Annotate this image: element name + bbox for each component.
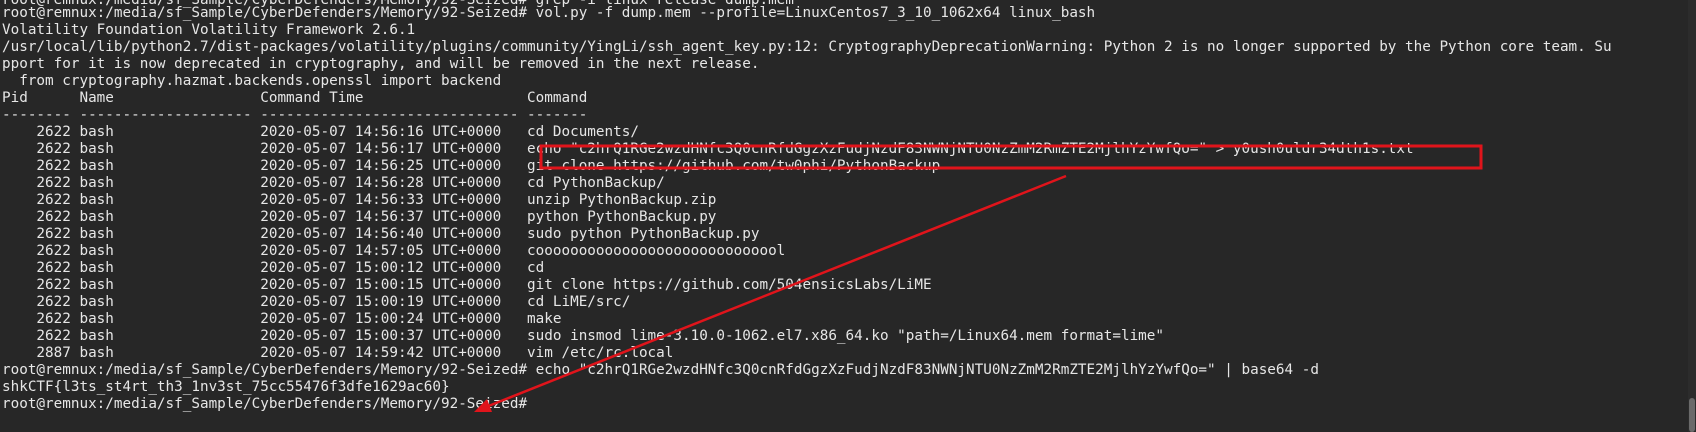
terminal-line: root@remnux:/media/sf_Sample/CyberDefend… bbox=[2, 5, 1096, 21]
table-row: 2622 bash 2020-05-07 15:00:15 UTC+0000 g… bbox=[2, 277, 932, 293]
decoded-flag: shkCTF{l3ts_st4rt_th3_1nv3st_75cc55476f3… bbox=[2, 379, 450, 395]
terminal-line: /usr/local/lib/python2.7/dist-packages/v… bbox=[2, 39, 1612, 55]
terminal-window[interactable]: root@remnux:/media/sf_Sample/CyberDefend… bbox=[0, 0, 1696, 432]
table-row: 2622 bash 2020-05-07 14:56:37 UTC+0000 p… bbox=[2, 209, 717, 225]
table-row: 2622 bash 2020-05-07 14:56:16 UTC+0000 c… bbox=[2, 124, 639, 140]
table-row: 2622 bash 2020-05-07 14:56:33 UTC+0000 u… bbox=[2, 192, 717, 208]
table-separator: -------- -------------------- ----------… bbox=[2, 107, 588, 123]
terminal-line: Volatility Foundation Volatility Framewo… bbox=[2, 22, 416, 38]
table-row: 2622 bash 2020-05-07 15:00:12 UTC+0000 c… bbox=[2, 260, 545, 276]
table-row: 2622 bash 2020-05-07 14:56:17 UTC+0000 e… bbox=[2, 141, 1414, 157]
table-row: 2887 bash 2020-05-07 14:59:42 UTC+0000 v… bbox=[2, 345, 674, 361]
table-row: 2622 bash 2020-05-07 14:57:05 UTC+0000 c… bbox=[2, 243, 786, 259]
terminal-line: from cryptography.hazmat.backends.openss… bbox=[2, 73, 502, 89]
table-row: 2622 bash 2020-05-07 15:00:19 UTC+0000 c… bbox=[2, 294, 631, 310]
table-row: 2622 bash 2020-05-07 14:56:40 UTC+0000 s… bbox=[2, 226, 760, 242]
table-row: 2622 bash 2020-05-07 14:56:28 UTC+0000 c… bbox=[2, 175, 665, 191]
terminal-prompt: root@remnux:/media/sf_Sample/CyberDefend… bbox=[2, 396, 536, 412]
table-header: Pid Name Command Time Command bbox=[2, 90, 588, 106]
terminal-line: root@remnux:/media/sf_Sample/CyberDefend… bbox=[2, 362, 1319, 378]
terminal-line: pport for it is now deprecated in crypto… bbox=[2, 56, 760, 72]
table-row: 2622 bash 2020-05-07 15:00:24 UTC+0000 m… bbox=[2, 311, 562, 327]
scrollbar-thumb[interactable] bbox=[1689, 398, 1695, 432]
table-row: 2622 bash 2020-05-07 14:56:25 UTC+0000 g… bbox=[2, 158, 941, 174]
table-row: 2622 bash 2020-05-07 15:00:37 UTC+0000 s… bbox=[2, 328, 1165, 344]
scrollbar[interactable] bbox=[1688, 0, 1696, 432]
